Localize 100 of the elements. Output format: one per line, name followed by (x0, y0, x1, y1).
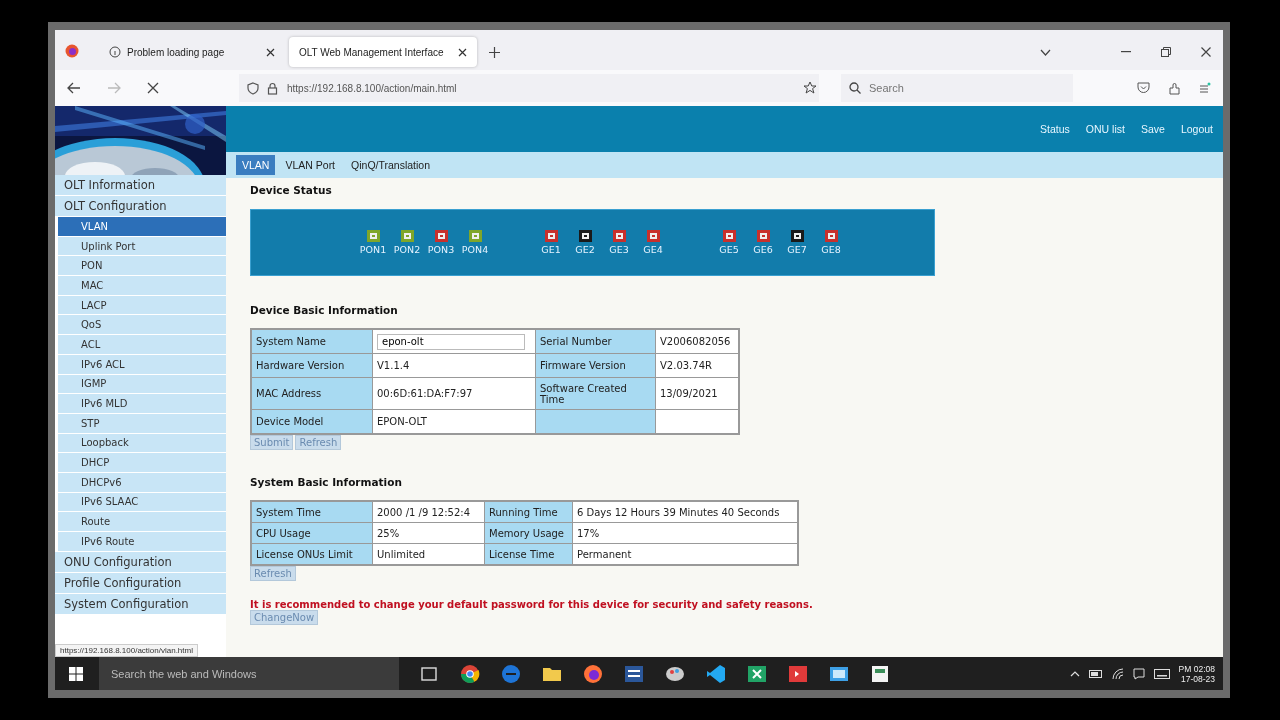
table-label-cell: License ONUs Limit (251, 543, 373, 565)
sub-tab[interactable]: VLAN (236, 155, 276, 175)
stop-icon[interactable] (147, 82, 159, 94)
sidebar-item[interactable]: DHCP (58, 453, 226, 472)
sidebar-section[interactable]: OLT Information (55, 175, 226, 195)
table-label-cell: MAC Address (251, 377, 373, 410)
sidebar-item[interactable]: Loopback (58, 433, 226, 453)
sidebar-item[interactable]: LACP (58, 295, 226, 315)
back-icon[interactable] (67, 82, 81, 94)
taskbar-search-field[interactable]: Search the web and Windows (99, 657, 399, 690)
star-icon[interactable] (803, 81, 817, 95)
table-label-cell: Device Model (251, 409, 373, 434)
sidebar-section[interactable]: System Configuration (55, 593, 226, 614)
port-icon[interactable] (578, 230, 592, 242)
port-label: GE1 (541, 244, 561, 255)
code-editor-icon[interactable] (704, 662, 728, 685)
section-title: Device Basic Information (250, 304, 398, 316)
search-field[interactable]: Search (841, 74, 1073, 102)
table-label-cell: Software Created Time (535, 377, 656, 410)
sidebar-item[interactable]: MAC (58, 276, 226, 295)
firefox-icon[interactable] (581, 662, 605, 685)
port-label: PON1 (359, 244, 387, 255)
port-label: GE2 (575, 244, 595, 255)
table-label-cell: CPU Usage (251, 522, 373, 544)
notification-icon[interactable] (1132, 667, 1145, 680)
port-label: PON2 (393, 244, 421, 255)
port-label: GE7 (787, 244, 807, 255)
sidebar-item[interactable]: Uplink Port (58, 236, 226, 256)
port-label: GE5 (719, 244, 739, 255)
sidebar-item[interactable]: STP (58, 413, 226, 433)
sidebar-item[interactable]: IGMP (58, 374, 226, 394)
sidebar-item[interactable]: Route (58, 512, 226, 531)
clock-date[interactable]: 17-08-23 (1180, 673, 1215, 684)
port-label: GE6 (753, 244, 773, 255)
table-label-cell: Firmware Version (535, 353, 656, 378)
wifi-icon[interactable] (1111, 667, 1124, 680)
port-label: GE3 (609, 244, 629, 255)
sidebar-item[interactable]: IPv6 Route (58, 532, 226, 551)
sidebar-item[interactable]: DHCPv6 (58, 472, 226, 492)
keyboard-icon[interactable] (1153, 668, 1170, 679)
port-icon[interactable] (790, 230, 804, 242)
table-cell: 6 Days 12 Hours 39 Minutes 40 Seconds (572, 501, 798, 523)
minimize-icon[interactable] (1121, 51, 1131, 53)
warning-message: It is recommended to change your default password for this device for security and safety reasons. (250, 599, 813, 610)
sidebar-item[interactable]: IPv6 MLD (58, 394, 226, 413)
table-cell: 17% (572, 522, 798, 544)
table-cell: V1.1.4 (372, 353, 536, 378)
sidebar-section[interactable]: OLT Configuration (55, 196, 226, 216)
section-title: System Basic Information (250, 476, 402, 488)
table-cell: EPON-OLT (372, 409, 536, 434)
chrome-icon[interactable] (458, 662, 482, 685)
sidebar-item[interactable]: QoS (58, 315, 226, 335)
sub-tab[interactable]: QinQ/Translation (345, 155, 437, 175)
close-icon[interactable] (458, 47, 467, 57)
table-label-cell: Hardware Version (251, 353, 373, 378)
section-title: Device Status (250, 184, 332, 196)
close-icon[interactable] (266, 47, 275, 57)
table-label-cell: System Name (251, 329, 373, 354)
sidebar-item[interactable]: ACL (58, 335, 226, 354)
port-label: PON4 (461, 244, 489, 255)
sidebar-item[interactable]: IPv6 SLAAC (58, 492, 226, 512)
sidebar-item[interactable]: VLAN (58, 217, 226, 236)
table-cell: V2006082056 (655, 329, 739, 354)
table-cell: Permanent (572, 543, 798, 565)
new-tab-icon[interactable] (489, 47, 500, 58)
pocket-icon[interactable] (1137, 81, 1150, 94)
battery-icon[interactable] (1088, 669, 1103, 678)
sub-tab[interactable]: VLAN Port (279, 155, 342, 175)
table-label-cell: Running Time (484, 501, 573, 523)
info-icon (109, 46, 121, 58)
lock-icon (267, 81, 279, 95)
sidebar-section[interactable]: Profile Configuration (55, 572, 226, 593)
table-label-cell: Serial Number (535, 329, 656, 354)
clock-time[interactable]: PM 02:08 (1178, 663, 1215, 674)
port-label: GE4 (643, 244, 663, 255)
browser-tab[interactable]: OLT Web Management Interface (289, 37, 477, 67)
shield-icon[interactable] (247, 81, 259, 95)
restore-icon[interactable] (1161, 47, 1171, 57)
sidebar-item[interactable]: IPv6 ACL (58, 354, 226, 374)
chevron-up-icon[interactable] (1069, 670, 1080, 677)
header-link[interactable]: Status (1040, 123, 1070, 135)
header-link[interactable]: Save (1140, 123, 1165, 135)
port-label: PON3 (427, 244, 455, 255)
header-link[interactable]: Logout (1180, 123, 1213, 135)
port-label: GE8 (821, 244, 841, 255)
address-bar[interactable]: https://192.168.8.100/action/main.html (239, 74, 819, 102)
windows-start-icon[interactable] (69, 666, 83, 681)
sidebar-item[interactable]: PON (58, 256, 226, 276)
sidebar-section[interactable]: ONU Configuration (55, 551, 226, 572)
table-cell: 2000 /1 /9 12:52:4 (372, 501, 485, 523)
close-icon[interactable] (1201, 47, 1211, 57)
chevron-down-icon[interactable] (1040, 48, 1051, 56)
header-link[interactable]: ONU list (1085, 123, 1125, 135)
browser-tab[interactable]: Problem loading page (99, 37, 285, 67)
table-cell: 13/09/2021 (655, 377, 739, 410)
table-label-cell: System Time (251, 501, 373, 523)
table-cell: 00:6D:61:DA:F7:97 (372, 377, 536, 410)
extensions-icon[interactable] (1168, 81, 1181, 95)
system-name-field[interactable]: epon-olt (377, 333, 525, 350)
firefox-icon[interactable] (65, 44, 79, 58)
